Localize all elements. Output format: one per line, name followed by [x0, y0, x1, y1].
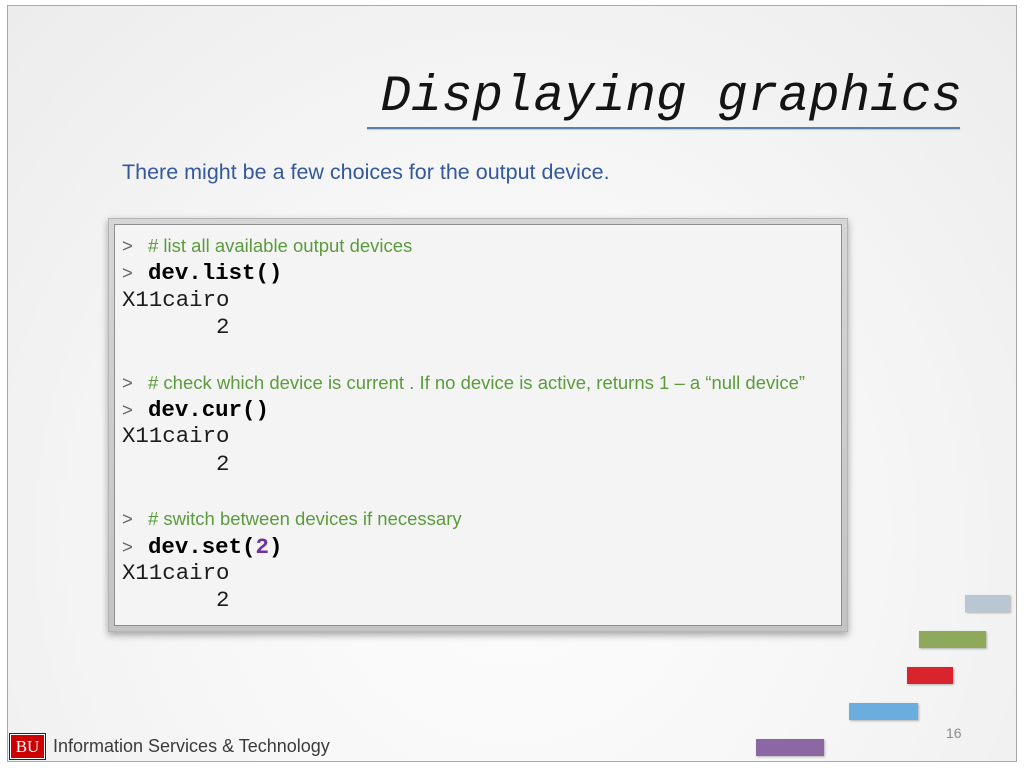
console-prompt: > — [122, 399, 133, 421]
command-line: > dev.list() — [122, 259, 805, 286]
decor-bar-purple — [756, 739, 824, 756]
slide-subtitle: There might be a few choices for the out… — [122, 160, 610, 184]
output-device-name: X11cairo — [122, 286, 230, 313]
console-prompt: > — [122, 508, 133, 530]
decor-bar-gray — [965, 595, 1010, 612]
code-command: dev.set( — [148, 533, 256, 560]
output-line: 2 — [122, 451, 805, 478]
code-comment: # check which device is current . If no … — [148, 371, 806, 393]
console-prompt: > — [122, 262, 133, 284]
slide: Displaying graphics There might be a few… — [0, 0, 1024, 768]
comment-line: > # check which device is current . If no… — [122, 369, 805, 396]
title-underline — [367, 127, 960, 129]
output-line: X11cairo — [122, 287, 805, 314]
output-line: X11cairo — [122, 423, 805, 450]
page-number: 16 — [946, 725, 962, 741]
output-device-name: X11cairo — [122, 560, 230, 587]
code-box: > # list all available output devices > de… — [108, 218, 848, 632]
slide-title: Displaying graphics — [380, 69, 963, 126]
console-prompt: > — [122, 535, 133, 557]
output-device-name: X11cairo — [122, 423, 230, 450]
code-command-close: ) — [268, 533, 283, 560]
output-line: 2 — [122, 314, 805, 341]
output-device-number: 2 — [216, 314, 230, 341]
code-command: dev.list() — [148, 260, 283, 287]
command-line: > dev.cur() — [122, 396, 805, 423]
code-box-inner: > # list all available output devices > de… — [114, 224, 842, 626]
r-console-transcript: > # list all available output devices > de… — [122, 232, 805, 615]
code-command: dev.cur() — [148, 397, 269, 424]
output-device-number: 2 — [216, 587, 230, 614]
comment-line: > # switch between devices if necessary — [122, 505, 805, 532]
output-line: X11cairo — [122, 560, 805, 587]
bu-logo: BU — [9, 733, 46, 760]
decor-bar-green — [919, 631, 986, 648]
code-comment: # list all available output devices — [148, 235, 413, 256]
decor-bar-red — [907, 667, 953, 684]
decor-bar-blue — [849, 703, 918, 720]
code-command-argument: 2 — [255, 533, 269, 560]
console-prompt: > — [122, 371, 133, 393]
footer-organization: Information Services & Technology — [53, 736, 330, 756]
code-comment: # switch between devices if necessary — [148, 508, 462, 530]
command-line: > dev.set(2) — [122, 533, 805, 560]
comment-line: > # list all available output devices — [122, 232, 805, 259]
console-prompt: > — [122, 235, 133, 256]
output-device-number: 2 — [216, 450, 230, 477]
output-line: 2 — [122, 587, 805, 614]
